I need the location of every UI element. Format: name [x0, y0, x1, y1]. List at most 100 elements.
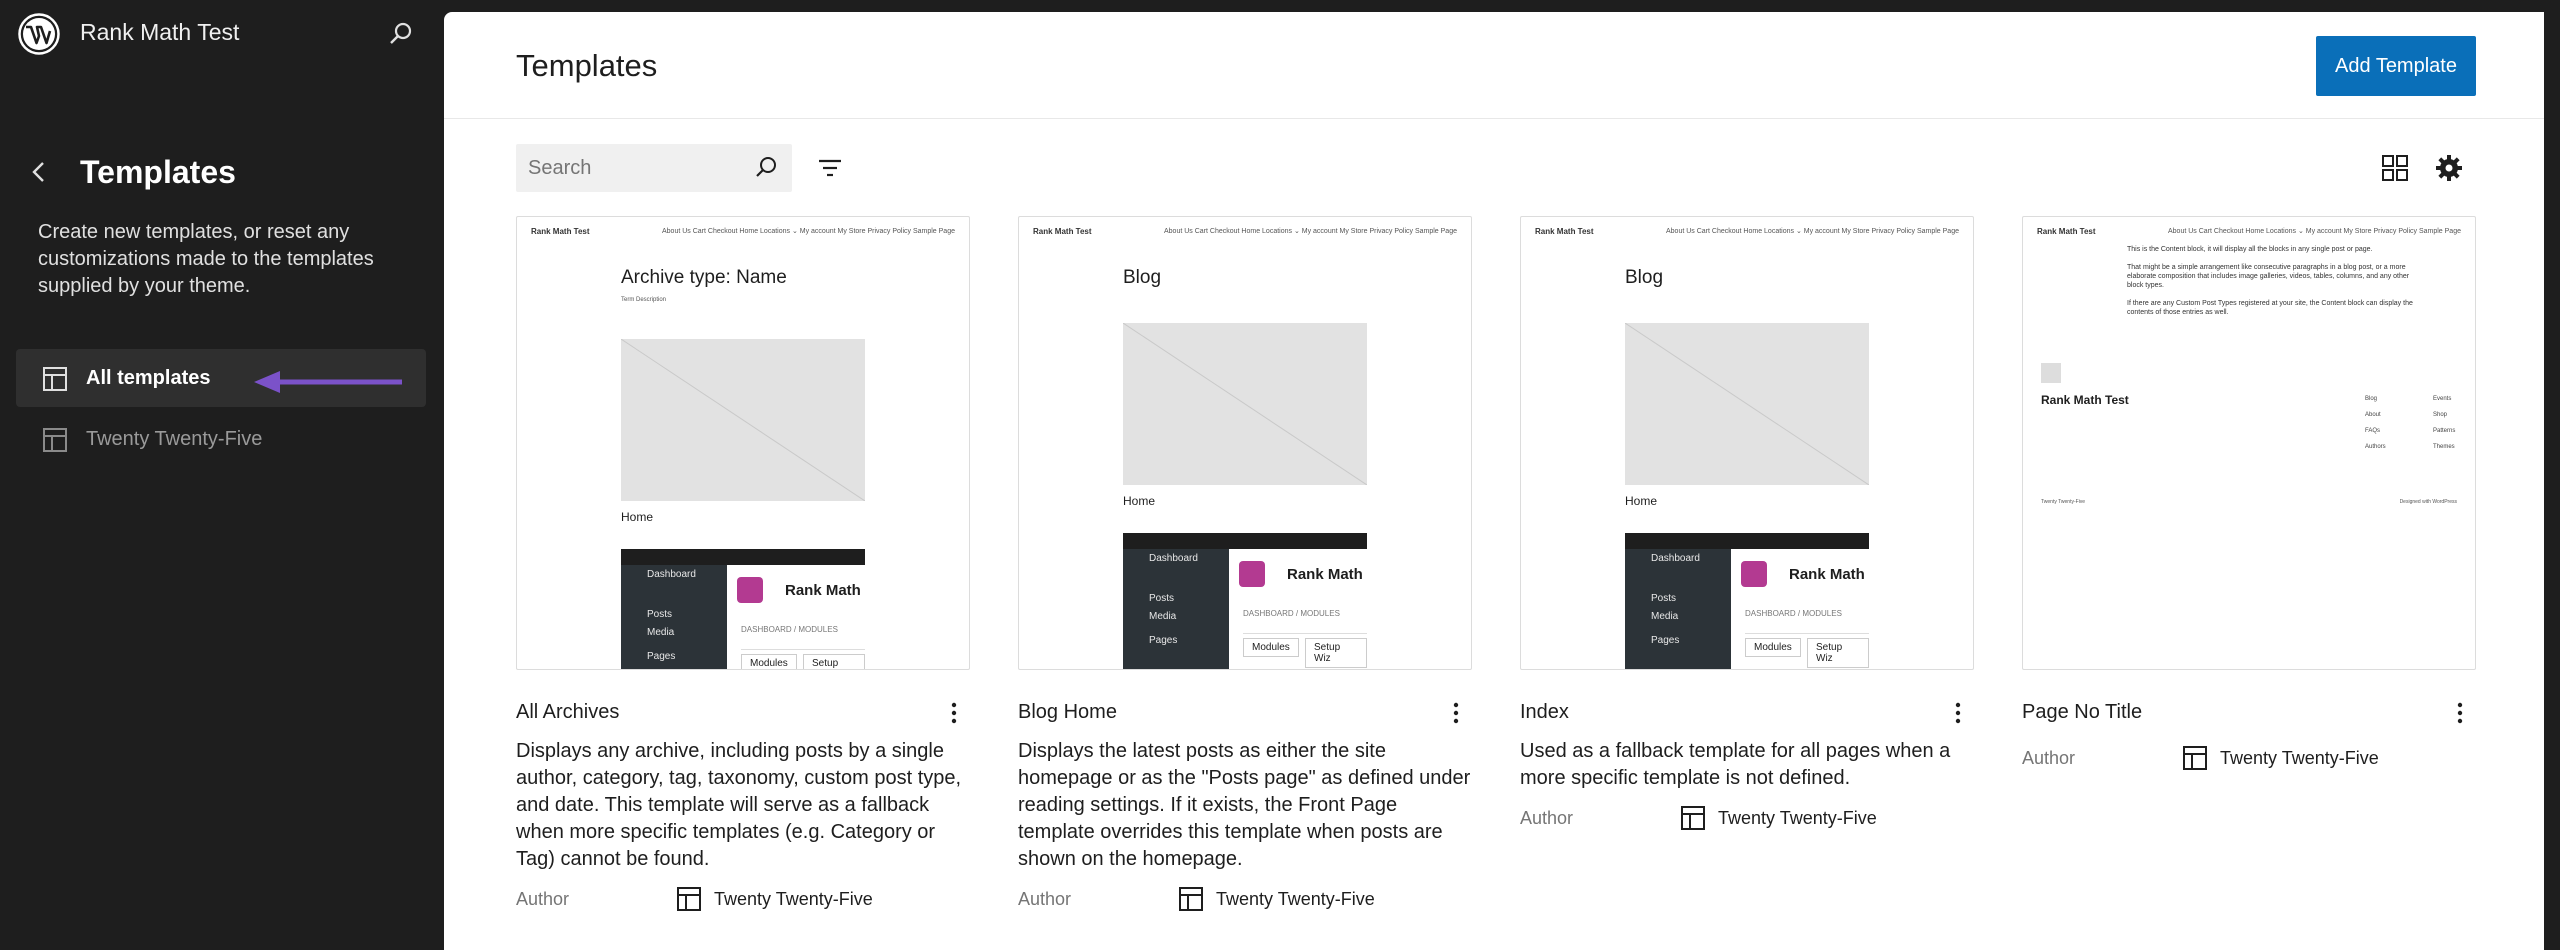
preview-footer-link: FAQs — [2365, 428, 2381, 434]
layout-icon — [1179, 887, 1203, 911]
rankmath-logo-icon — [1741, 561, 1767, 587]
preview-nav-links: About Us Cart Checkout Home Locations ⌄ … — [662, 228, 955, 235]
search-input[interactable] — [516, 144, 746, 192]
author-label: Author — [516, 888, 570, 909]
preview-footer-link: Authors — [2365, 444, 2386, 450]
preview-footer-col: Blog About FAQs Authors — [2365, 391, 2386, 455]
template-preview[interactable]: Rank Math Test About Us Cart Checkout Ho… — [1520, 216, 1974, 670]
more-options-icon[interactable] — [940, 698, 968, 728]
site-title[interactable]: Rank Math Test — [80, 19, 239, 46]
preview-footer-credit: Twenty Twenty-Five — [2041, 499, 2086, 505]
preview-menu-item: Pages — [1149, 635, 1178, 646]
sidebar-item-label: Twenty Twenty-Five — [86, 427, 263, 450]
image-placeholder — [1123, 323, 1367, 485]
rankmath-logo-icon — [737, 577, 763, 603]
preview-subtext: Term Description — [621, 297, 667, 303]
preview-footer-link: Blog — [2365, 396, 2378, 402]
preview-brand: Rank Math Test — [1535, 227, 1594, 236]
preview-tab: Modules — [741, 654, 797, 669]
sidebar-item-label: All templates — [86, 366, 211, 389]
template-meta: Author Twenty Twenty-Five — [516, 886, 873, 912]
preview-nav-links: About Us Cart Checkout Home Locations ⌄ … — [1164, 228, 1457, 235]
image-placeholder — [1625, 323, 1869, 485]
search-icon[interactable] — [752, 154, 780, 182]
annotation-arrow — [254, 371, 402, 393]
preview-home-label: Home — [621, 510, 654, 524]
preview-tab: Setup Wiz — [1305, 638, 1367, 668]
more-options-icon[interactable] — [1442, 698, 1470, 728]
template-preview[interactable]: Rank Math Test About Us Cart Checkout Ho… — [2022, 216, 2476, 670]
more-options-icon[interactable] — [2446, 698, 2474, 728]
template-description: Displays the latest posts as either the … — [1018, 740, 1471, 870]
preview-menu-item: Media — [1651, 611, 1679, 622]
preview-site-title: Rank Math Test — [2041, 393, 2129, 407]
back-chevron-icon[interactable] — [24, 157, 54, 187]
layout-icon — [2183, 746, 2207, 770]
preview-screenshot: Dashboard Posts Media Pages Rank Math S … — [1625, 533, 1869, 669]
search-field[interactable] — [516, 144, 792, 192]
template-title[interactable]: All Archives — [516, 701, 619, 724]
layout-icon — [677, 887, 701, 911]
preview-content-text: This is the Content block, it will displ… — [2127, 246, 2413, 316]
preview-menu-item: Dashboard — [1651, 553, 1700, 564]
template-preview[interactable]: Rank Math Test About Us Cart Checkout Ho… — [516, 216, 970, 670]
preview-site-nav: Rank Math Test About Us Cart Checkout Ho… — [1535, 227, 1959, 237]
preview-tab: Modules — [1243, 638, 1299, 657]
template-title[interactable]: Index — [1520, 701, 1569, 724]
filter-icon[interactable] — [814, 152, 846, 184]
author-label: Author — [1520, 807, 1574, 828]
preview-footer-col: Events Shop Patterns Themes — [2433, 391, 2455, 455]
sidebar-description: Create new templates, or reset any custo… — [38, 221, 374, 297]
template-preview[interactable]: Rank Math Test About Us Cart Checkout Ho… — [1018, 216, 1472, 670]
layout-icon — [43, 428, 67, 452]
template-meta: Author Twenty Twenty-Five — [1520, 805, 1877, 831]
preview-heading: Blog — [1123, 267, 1162, 288]
theme-name: Twenty Twenty-Five — [1718, 807, 1877, 828]
template-description: Displays any archive, including posts by… — [516, 740, 962, 870]
template-description: Used as a fallback template for all page… — [1520, 740, 1951, 789]
gear-icon[interactable] — [2434, 153, 2464, 183]
author-label: Author — [1018, 888, 1072, 909]
preview-brand: Rank Math Test — [2037, 227, 2096, 236]
preview-tab: Setup Wiz — [1807, 638, 1869, 668]
preview-footer-link: Events — [2433, 396, 2452, 402]
rankmath-logo-icon — [1239, 561, 1265, 587]
preview-brand: Rank Math Test — [531, 227, 590, 236]
preview-breadcrumb: DASHBOARD / MODULES — [741, 625, 838, 634]
preview-menu-item: Posts — [1149, 593, 1175, 604]
layout-icon — [1681, 806, 1705, 830]
search-icon[interactable] — [386, 19, 416, 49]
preview-menu-item: Posts — [1651, 593, 1677, 604]
preview-site-nav: Rank Math Test About Us Cart Checkout Ho… — [531, 227, 955, 237]
sidebar-item-twenty-twenty-five[interactable]: Twenty Twenty-Five — [16, 410, 426, 468]
preview-menu-item: Media — [1149, 611, 1177, 622]
preview-rankmath-title: Rank Math S — [785, 582, 865, 599]
preview-brand: Rank Math Test — [1033, 227, 1092, 236]
preview-tab: Setup Wiz — [803, 654, 865, 669]
preview-tab: Modules — [1745, 638, 1801, 657]
add-template-button[interactable]: Add Template — [2316, 36, 2476, 96]
layout-icon — [43, 367, 67, 391]
preview-menu-item: Media — [647, 627, 675, 638]
preview-nav-links: About Us Cart Checkout Home Locations ⌄ … — [2168, 228, 2461, 235]
theme-name: Twenty Twenty-Five — [2220, 747, 2379, 768]
preview-screenshot: Dashboard Posts Media Pages Rank Math S … — [621, 549, 865, 669]
preview-heading: Archive type: Name — [621, 267, 787, 288]
grid-view-icon[interactable] — [2380, 153, 2410, 183]
preview-site-nav: Rank Math Test About Us Cart Checkout Ho… — [1033, 227, 1457, 237]
template-title[interactable]: Blog Home — [1018, 701, 1117, 724]
preview-menu-item: Pages — [1651, 635, 1680, 646]
preview-menu-item: Dashboard — [647, 569, 696, 580]
preview-menu-item: Pages — [647, 651, 676, 662]
preview-screenshot: Dashboard Posts Media Pages Rank Math S … — [1123, 533, 1367, 669]
author-label: Author — [2022, 747, 2076, 768]
page-title: Templates — [516, 48, 658, 83]
more-options-icon[interactable] — [1944, 698, 1972, 728]
template-meta: Author Twenty Twenty-Five — [1018, 886, 1375, 912]
template-title[interactable]: Page No Title — [2022, 701, 2142, 724]
preview-menu-item: Dashboard — [1149, 553, 1198, 564]
preview-site-nav: Rank Math Test About Us Cart Checkout Ho… — [2037, 227, 2461, 237]
header-divider — [444, 118, 2544, 119]
wordpress-logo-icon[interactable] — [18, 13, 60, 55]
preview-footer-link: Shop — [2433, 412, 2448, 418]
